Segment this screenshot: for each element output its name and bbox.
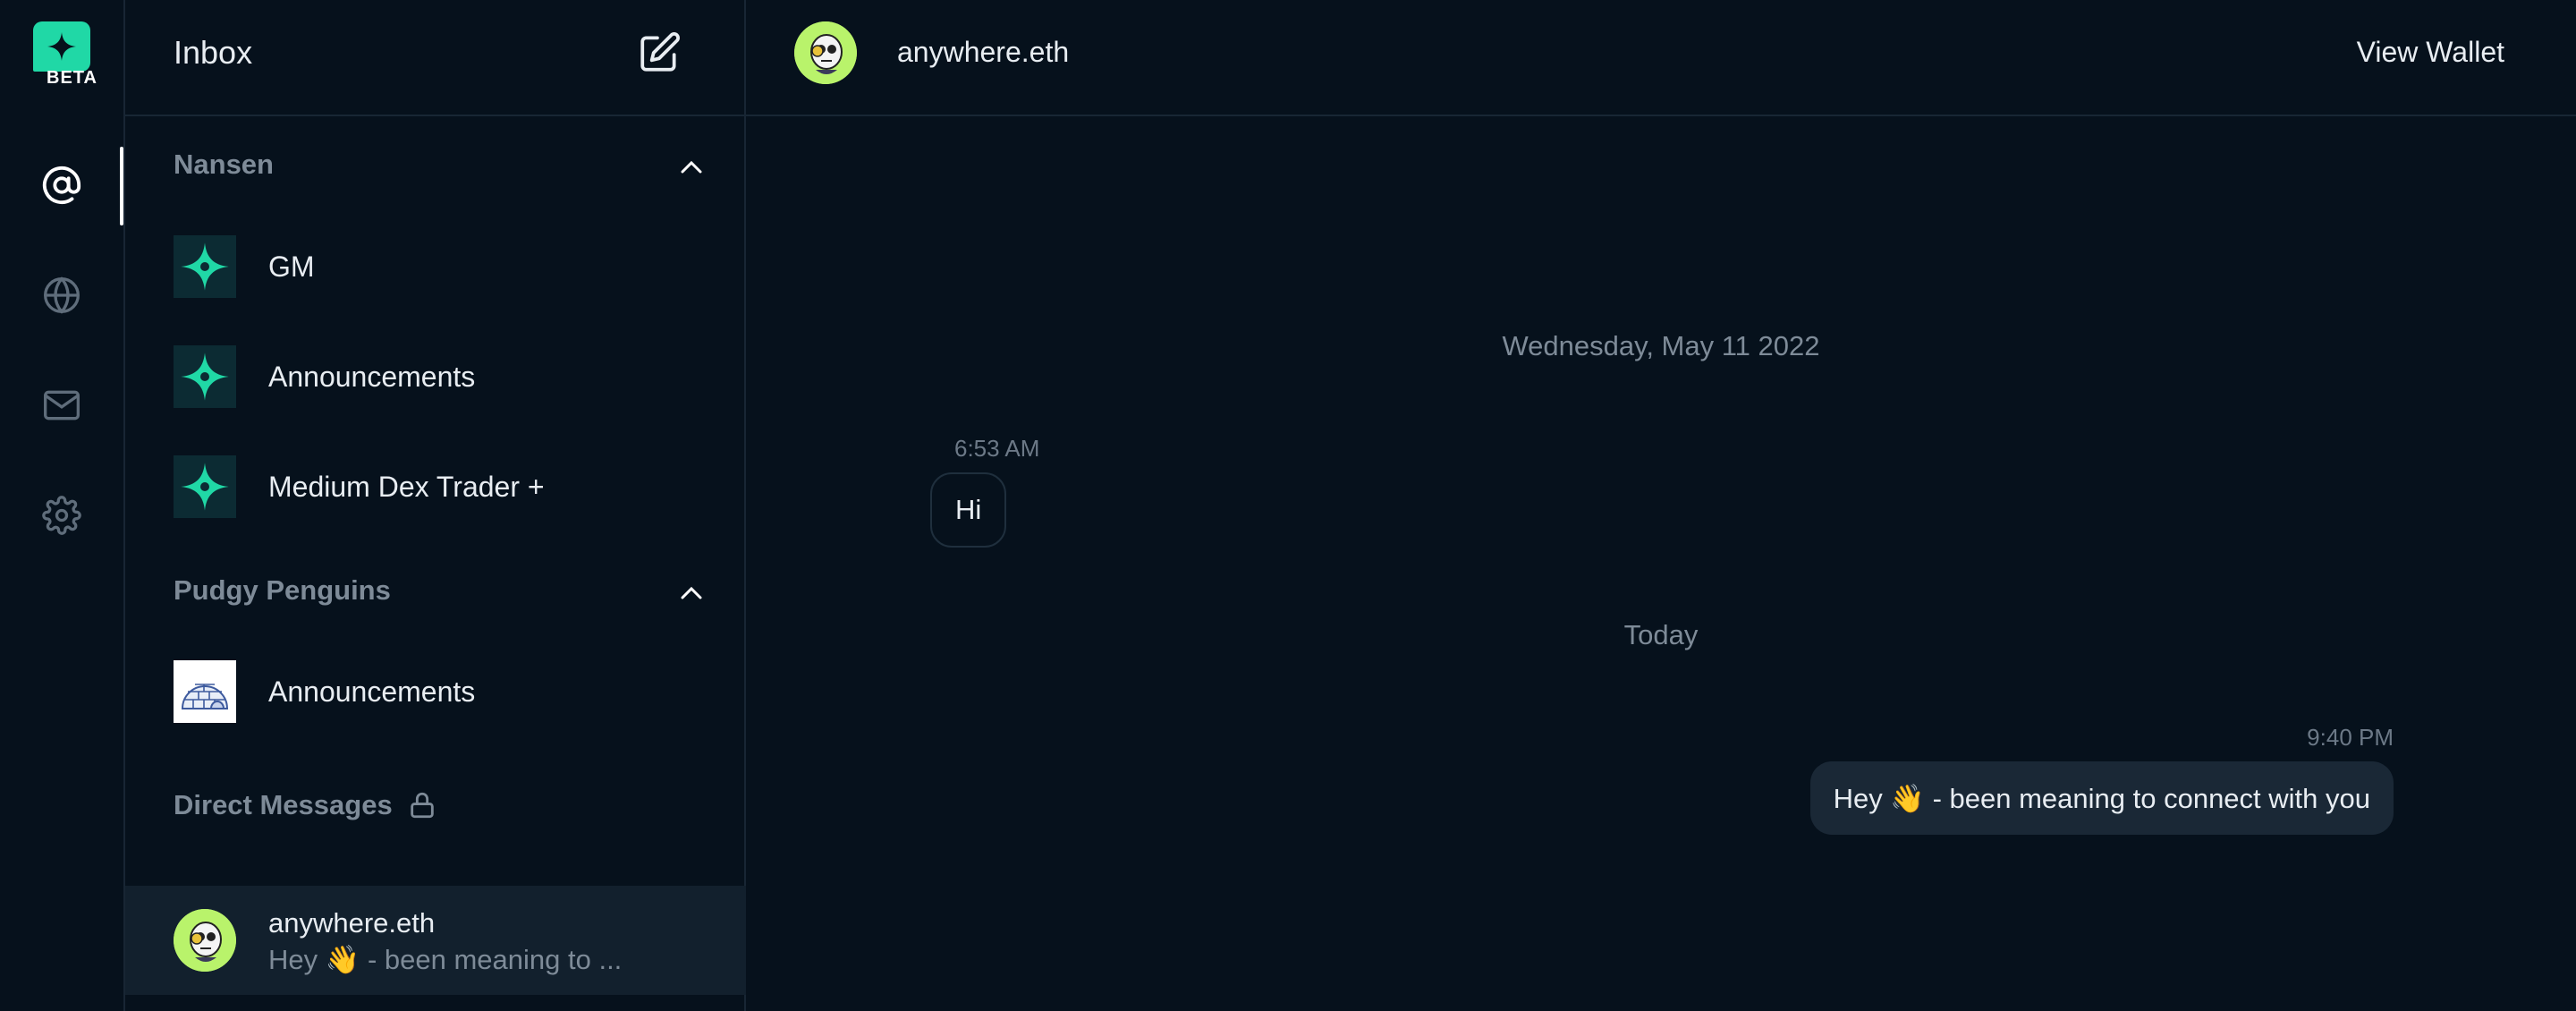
section-title-direct-messages: Direct Messages (174, 789, 437, 821)
rail-settings[interactable] (36, 489, 88, 541)
nav-rail: BETA (0, 0, 125, 1011)
channel-gm[interactable]: GM (174, 234, 710, 299)
nansen-star-icon (181, 353, 229, 401)
compose-button[interactable] (637, 30, 682, 75)
date-separator: Today (1623, 619, 1699, 650)
gear-icon (42, 496, 81, 535)
channel-label: Announcements (268, 360, 476, 393)
conversation-title: anywhere.eth (897, 36, 1070, 68)
beta-badge: BETA (47, 68, 97, 88)
message-bubble-outgoing[interactable]: Hey 👋 - been meaning to connect with you (1809, 761, 2394, 835)
nansen-avatar (174, 455, 236, 518)
channel-label: Medium Dex Trader + (268, 470, 545, 503)
date-separator: Wednesday, May 11 2022 (1502, 330, 1820, 361)
channel-label: GM (268, 250, 315, 283)
dm-name: anywhere.eth (268, 907, 436, 939)
inbox-sidebar: Inbox Nansen GM Announcements Medium Dex… (125, 0, 746, 1011)
conversation-header: anywhere.eth View Wallet (746, 0, 2576, 116)
view-wallet-link[interactable]: View Wallet (2357, 36, 2504, 69)
message-time: 6:53 AM (954, 435, 1040, 462)
chevron-up-icon (681, 160, 702, 174)
app-logo[interactable]: BETA (33, 21, 97, 89)
message-time: 9:40 PM (2307, 724, 2394, 751)
nansen-avatar (174, 345, 236, 408)
section-title-pudgy-penguins[interactable]: Pudgy Penguins (174, 574, 391, 607)
dm-item-anywhere-eth[interactable]: anywhere.eth Hey 👋 - been meaning to ... (125, 886, 746, 995)
rail-messages[interactable] (36, 379, 88, 431)
channel-label: Announcements (268, 675, 476, 708)
channel-medium-dex-trader[interactable]: Medium Dex Trader + (174, 455, 710, 519)
nansen-star-icon (181, 242, 229, 291)
chevron-up-icon (681, 586, 702, 599)
conversation-pane: anywhere.eth View Wallet Wednesday, May … (746, 0, 2576, 1011)
nansen-avatar (174, 235, 236, 298)
section-title-nansen[interactable]: Nansen (174, 149, 274, 181)
logo-icon (33, 21, 90, 72)
channel-announcements-nansen[interactable]: Announcements (174, 344, 710, 409)
sidebar-header: Inbox (125, 0, 744, 116)
rail-mentions[interactable] (36, 159, 88, 211)
message-bubble-incoming[interactable]: Hi (930, 472, 1007, 548)
nansen-star-icon (181, 463, 229, 511)
globe-icon (44, 276, 80, 314)
active-indicator (120, 147, 123, 225)
collapse-pudgy-button[interactable] (678, 580, 705, 607)
avatar (174, 909, 236, 972)
rail-explore[interactable] (36, 269, 88, 321)
dm-section-label: Direct Messages (174, 789, 393, 820)
igloo-avatar (174, 660, 236, 723)
compose-icon (640, 32, 680, 72)
mail-icon (44, 390, 80, 421)
channel-announcements-pudgy[interactable]: Announcements (174, 659, 710, 724)
inbox-title: Inbox (174, 34, 253, 71)
skull-avatar-icon (794, 21, 857, 84)
skull-avatar-icon (174, 909, 236, 972)
at-icon (42, 166, 81, 205)
dm-preview: Hey 👋 - been meaning to ... (268, 944, 623, 975)
collapse-nansen-button[interactable] (678, 154, 705, 181)
igloo-icon (181, 684, 229, 709)
avatar[interactable] (794, 21, 857, 84)
lock-icon (410, 792, 434, 819)
